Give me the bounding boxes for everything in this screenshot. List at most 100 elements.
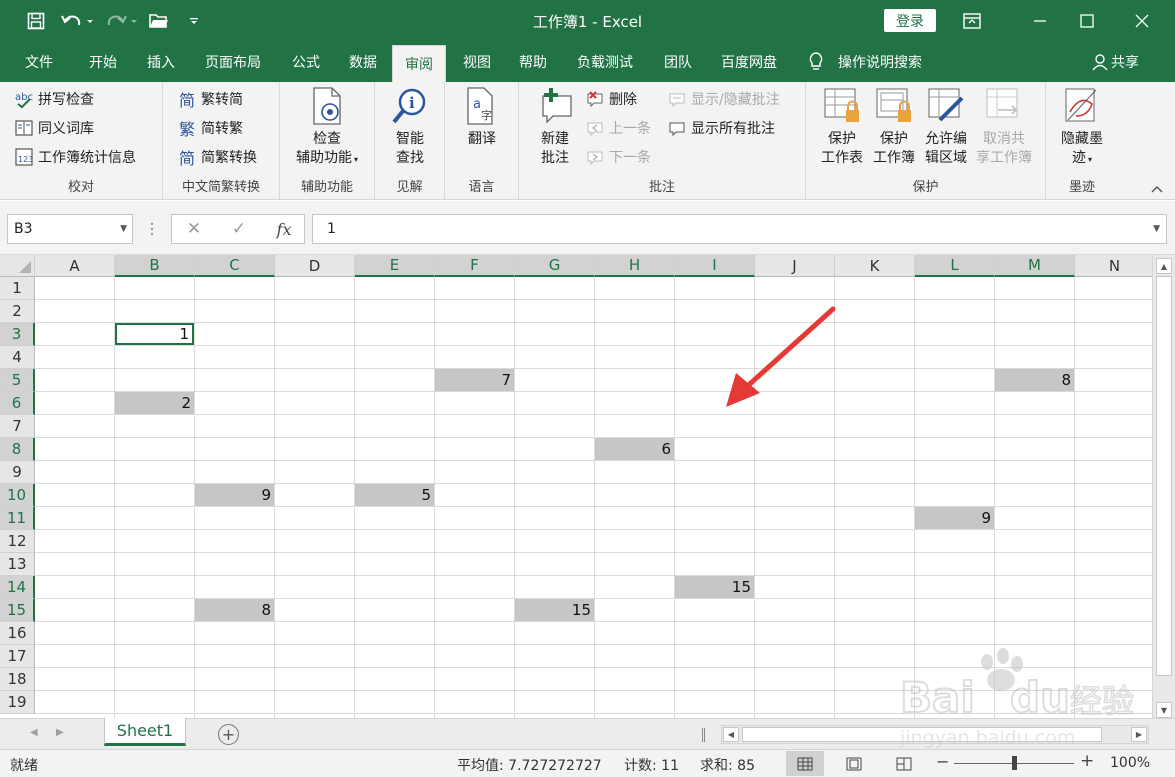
to-simplified-button[interactable]: 简 繁转简 xyxy=(177,86,243,112)
scroll-left-icon[interactable]: ◀ xyxy=(723,727,739,742)
column-header-A[interactable]: A xyxy=(35,255,115,277)
horizontal-scroll-thumb[interactable] xyxy=(742,727,1102,742)
confirm-entry-icon[interactable]: ✓ xyxy=(227,218,251,240)
undo-icon[interactable] xyxy=(58,8,96,34)
cell-C10[interactable]: 9 xyxy=(195,484,274,506)
protect-sheet-button[interactable]: 保护 工作表 xyxy=(816,86,868,168)
row-header-13[interactable]: 13 xyxy=(0,553,35,576)
vertical-scrollbar[interactable]: ▲ ▼ xyxy=(1152,255,1175,721)
share-button[interactable]: 共享 xyxy=(1092,41,1139,82)
column-header-C[interactable]: C xyxy=(195,255,275,277)
next-sheet-icon[interactable]: ▶ xyxy=(56,727,64,738)
column-header-L[interactable]: L xyxy=(915,255,995,277)
tab-data[interactable]: 数据 xyxy=(336,41,390,82)
tab-baidu-netdisk[interactable]: 百度网盘 xyxy=(710,41,788,82)
row-header-1[interactable]: 1 xyxy=(0,277,35,300)
cell-L11[interactable]: 9 xyxy=(915,507,994,529)
tab-view[interactable]: 视图 xyxy=(450,41,504,82)
column-header-I[interactable]: I xyxy=(675,255,755,277)
check-accessibility-button[interactable]: 检查 辅助功能 ▾ xyxy=(292,86,362,169)
page-break-view-icon[interactable] xyxy=(885,751,923,776)
horizontal-scrollbar[interactable]: ◀ ▶ xyxy=(721,725,1149,744)
column-header-D[interactable]: D xyxy=(275,255,355,277)
allow-edit-ranges-button[interactable]: 允许编 辑区域 xyxy=(920,86,972,168)
vertical-scroll-thumb[interactable] xyxy=(1156,276,1172,676)
scroll-down-icon[interactable]: ▼ xyxy=(1156,702,1172,718)
row-header-3[interactable]: 3 xyxy=(0,323,35,346)
cell-B3[interactable]: 1 xyxy=(115,323,194,345)
row-header-5[interactable]: 5 xyxy=(0,369,35,392)
minimize-icon[interactable] xyxy=(1017,0,1063,41)
hide-ink-button[interactable]: 隐藏墨 迹 ▾ xyxy=(1054,86,1110,169)
row-header-12[interactable]: 12 xyxy=(0,530,35,553)
next-comment-button[interactable]: 下一条 xyxy=(585,144,651,170)
previous-comment-button[interactable]: 上一条 xyxy=(585,115,651,141)
show-hide-comment-button[interactable]: 显示/隐藏批注 xyxy=(667,86,780,112)
cell-area[interactable]: 1 7 8 2 6 9 5 9 15 8 15 xyxy=(35,277,1152,718)
row-header-14[interactable]: 14 xyxy=(0,576,35,599)
tab-load-test[interactable]: 负载测试 xyxy=(566,41,644,82)
column-header-N[interactable]: N xyxy=(1075,255,1152,277)
column-header-K[interactable]: K xyxy=(835,255,915,277)
cell-I14[interactable]: 15 xyxy=(675,576,754,598)
scroll-right-icon[interactable]: ▶ xyxy=(1131,727,1147,742)
row-header-4[interactable]: 4 xyxy=(0,346,35,369)
show-all-comments-button[interactable]: 显示所有批注 xyxy=(667,115,775,141)
smart-lookup-button[interactable]: i 智能 查找 xyxy=(385,86,435,168)
column-header-M[interactable]: M xyxy=(995,255,1075,277)
insert-function-icon[interactable]: fx xyxy=(272,218,296,240)
add-sheet-icon[interactable]: + xyxy=(218,724,239,745)
normal-view-icon[interactable] xyxy=(786,751,824,776)
row-header-2[interactable]: 2 xyxy=(0,300,35,323)
tell-me-search[interactable]: 操作说明搜索 xyxy=(808,41,922,82)
row-header-10[interactable]: 10 xyxy=(0,484,35,507)
tab-insert[interactable]: 插入 xyxy=(134,41,188,82)
cell-C15[interactable]: 8 xyxy=(195,599,274,621)
spelling-button[interactable]: abc 拼写检查 xyxy=(14,86,94,112)
redo-icon[interactable] xyxy=(104,8,142,34)
row-header-7[interactable]: 7 xyxy=(0,415,35,438)
zoom-slider-thumb[interactable] xyxy=(1012,756,1017,770)
ribbon-display-options-icon[interactable] xyxy=(949,0,995,41)
tab-page-layout[interactable]: 页面布局 xyxy=(194,41,272,82)
name-box[interactable]: B3 ▼ xyxy=(7,214,133,244)
cell-M5[interactable]: 8 xyxy=(995,369,1074,391)
row-header-16[interactable]: 16 xyxy=(0,622,35,645)
zoom-out-icon[interactable]: − xyxy=(936,752,949,771)
column-header-B[interactable]: B xyxy=(115,255,195,277)
unshare-workbook-button[interactable]: 取消共 享工作簿 xyxy=(972,86,1036,168)
cell-G15[interactable]: 15 xyxy=(515,599,594,621)
tab-home[interactable]: 开始 xyxy=(76,41,130,82)
cell-B6[interactable]: 2 xyxy=(115,392,194,414)
new-comment-button[interactable]: 新建 批注 xyxy=(529,86,581,168)
protect-workbook-button[interactable]: 保护 工作簿 xyxy=(868,86,920,168)
cell-F5[interactable]: 7 xyxy=(435,369,514,391)
formula-input[interactable]: 1 ▼ xyxy=(312,214,1167,244)
tab-formulas[interactable]: 公式 xyxy=(279,41,333,82)
cell-E10[interactable]: 5 xyxy=(355,484,434,506)
row-header-11[interactable]: 11 xyxy=(0,507,35,530)
worksheet-grid[interactable]: ABCDEFGHIJKLMN 1 2 3 4 5 6 7 8 9 10 11 12 13 14 15 16 17… xyxy=(0,255,1152,718)
thesaurus-button[interactable]: 同义词库 xyxy=(14,115,94,141)
select-all-button[interactable] xyxy=(0,255,35,277)
row-header-15[interactable]: 15 xyxy=(0,599,35,622)
save-icon[interactable] xyxy=(22,8,50,34)
row-header-9[interactable]: 9 xyxy=(0,461,35,484)
sheet-tab-sheet1[interactable]: Sheet1 xyxy=(104,718,186,746)
row-header-18[interactable]: 18 xyxy=(0,668,35,691)
workbook-statistics-button[interactable]: 123 工作簿统计信息 xyxy=(14,144,136,170)
column-header-H[interactable]: H xyxy=(595,255,675,277)
customize-toolbar-icon[interactable] xyxy=(180,8,208,34)
row-header-17[interactable]: 17 xyxy=(0,645,35,668)
delete-comment-button[interactable]: 删除 xyxy=(585,86,637,112)
column-header-E[interactable]: E xyxy=(355,255,435,277)
column-header-F[interactable]: F xyxy=(435,255,515,277)
name-box-dropdown-icon[interactable]: ▼ xyxy=(120,224,127,234)
page-layout-view-icon[interactable] xyxy=(835,751,873,776)
chinese-convert-button[interactable]: 简 简繁转换 xyxy=(177,144,257,170)
zoom-level[interactable]: 100% xyxy=(1110,755,1150,771)
zoom-in-icon[interactable]: + xyxy=(1080,751,1094,771)
row-header-6[interactable]: 6 xyxy=(0,392,35,415)
row-header-19[interactable]: 19 xyxy=(0,691,35,714)
tab-team[interactable]: 团队 xyxy=(651,41,705,82)
